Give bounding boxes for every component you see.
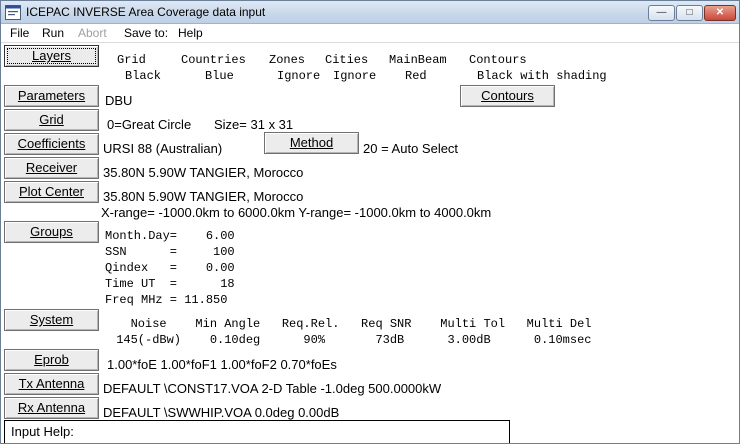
coefficients-button[interactable]: Coefficients bbox=[4, 133, 99, 155]
coefficients-value: URSI 88 (Australian) bbox=[103, 141, 223, 156]
rx-antenna-button[interactable]: Rx Antenna bbox=[4, 397, 99, 419]
menu-save-to[interactable]: Save to: bbox=[124, 26, 168, 40]
maximize-button[interactable]: □ bbox=[676, 5, 703, 21]
eprob-button[interactable]: Eprob bbox=[4, 349, 99, 371]
layers-header-cities: Cities bbox=[325, 53, 369, 67]
window-title: ICEPAC INVERSE Area Coverage data input bbox=[26, 5, 266, 19]
layers-value-cities: Ignore bbox=[333, 69, 377, 83]
layers-header-mainbeam: MainBeam bbox=[389, 53, 447, 67]
menu-file[interactable]: File bbox=[10, 26, 29, 40]
system-values: 145(-dBw) 0.10deg 90% 73dB 3.00dB 0.10ms… bbox=[109, 333, 592, 347]
groups-ssn: SSN = 100 bbox=[105, 245, 235, 259]
contours-button[interactable]: Contours bbox=[460, 85, 555, 107]
app-icon bbox=[5, 5, 21, 20]
plot-center-value: 35.80N 5.90W TANGIER, Morocco bbox=[103, 189, 304, 204]
plot-center-button[interactable]: Plot Center bbox=[4, 181, 99, 203]
method-button[interactable]: Method bbox=[264, 132, 359, 154]
layers-header-grid: Grid bbox=[117, 53, 146, 67]
title-bar[interactable]: ICEPAC INVERSE Area Coverage data input … bbox=[1, 1, 739, 24]
plot-range: X-range= -1000.0km to 6000.0km Y-range= … bbox=[101, 205, 492, 220]
layers-value-contours: Black with shading bbox=[477, 69, 607, 83]
layers-header-countries: Countries bbox=[181, 53, 246, 67]
menu-run[interactable]: Run bbox=[42, 26, 64, 40]
menu-divider bbox=[1, 42, 739, 43]
layers-value-zones: Ignore bbox=[277, 69, 321, 83]
system-headers: Noise Min Angle Req.Rel. Req SNR Multi T… bbox=[109, 317, 592, 331]
method-value: 20 = Auto Select bbox=[363, 141, 459, 156]
rx-antenna-value: DEFAULT \SWWHIP.VOA 0.0deg 0.00dB bbox=[103, 405, 340, 420]
input-help-label: Input Help: bbox=[11, 424, 74, 439]
menu-help[interactable]: Help bbox=[178, 26, 203, 40]
layers-header-contours: Contours bbox=[469, 53, 527, 67]
tx-antenna-button[interactable]: Tx Antenna bbox=[4, 373, 99, 395]
groups-freq: Freq MHz = 11.850 bbox=[105, 293, 228, 307]
input-help-field[interactable]: Input Help: bbox=[4, 420, 510, 443]
close-button[interactable]: ✕ bbox=[704, 5, 736, 21]
groups-qindex: Qindex = 0.00 bbox=[105, 261, 235, 275]
grid-size: Size= 31 x 31 bbox=[214, 117, 294, 132]
eprob-value: 1.00*foE 1.00*foF1 1.00*foF2 0.70*foEs bbox=[107, 357, 337, 372]
layers-value-countries: Blue bbox=[205, 69, 234, 83]
minimize-button[interactable]: — bbox=[648, 5, 675, 21]
tx-antenna-value: DEFAULT \CONST17.VOA 2-D Table -1.0deg 5… bbox=[103, 381, 442, 396]
grid-type: 0=Great Circle bbox=[107, 117, 192, 132]
parameters-value: DBU bbox=[105, 93, 133, 108]
menu-abort[interactable]: Abort bbox=[78, 26, 107, 40]
groups-button[interactable]: Groups bbox=[4, 221, 99, 243]
layers-value-grid: Black bbox=[125, 69, 162, 83]
parameters-button[interactable]: Parameters bbox=[4, 85, 99, 107]
groups-time-ut: Time UT = 18 bbox=[105, 277, 235, 291]
receiver-button[interactable]: Receiver bbox=[4, 157, 99, 179]
groups-month-day: Month.Day= 6.00 bbox=[105, 229, 235, 243]
layers-value-mainbeam: Red bbox=[405, 69, 427, 83]
app-window: ICEPAC INVERSE Area Coverage data input … bbox=[0, 0, 740, 444]
layers-header-zones: Zones bbox=[269, 53, 306, 67]
receiver-value: 35.80N 5.90W TANGIER, Morocco bbox=[103, 165, 304, 180]
menu-bar: File Run Abort Save to: Help bbox=[1, 24, 739, 42]
system-button[interactable]: System bbox=[4, 309, 99, 331]
layers-button[interactable]: Layers bbox=[4, 45, 99, 67]
grid-button[interactable]: Grid bbox=[4, 109, 99, 131]
